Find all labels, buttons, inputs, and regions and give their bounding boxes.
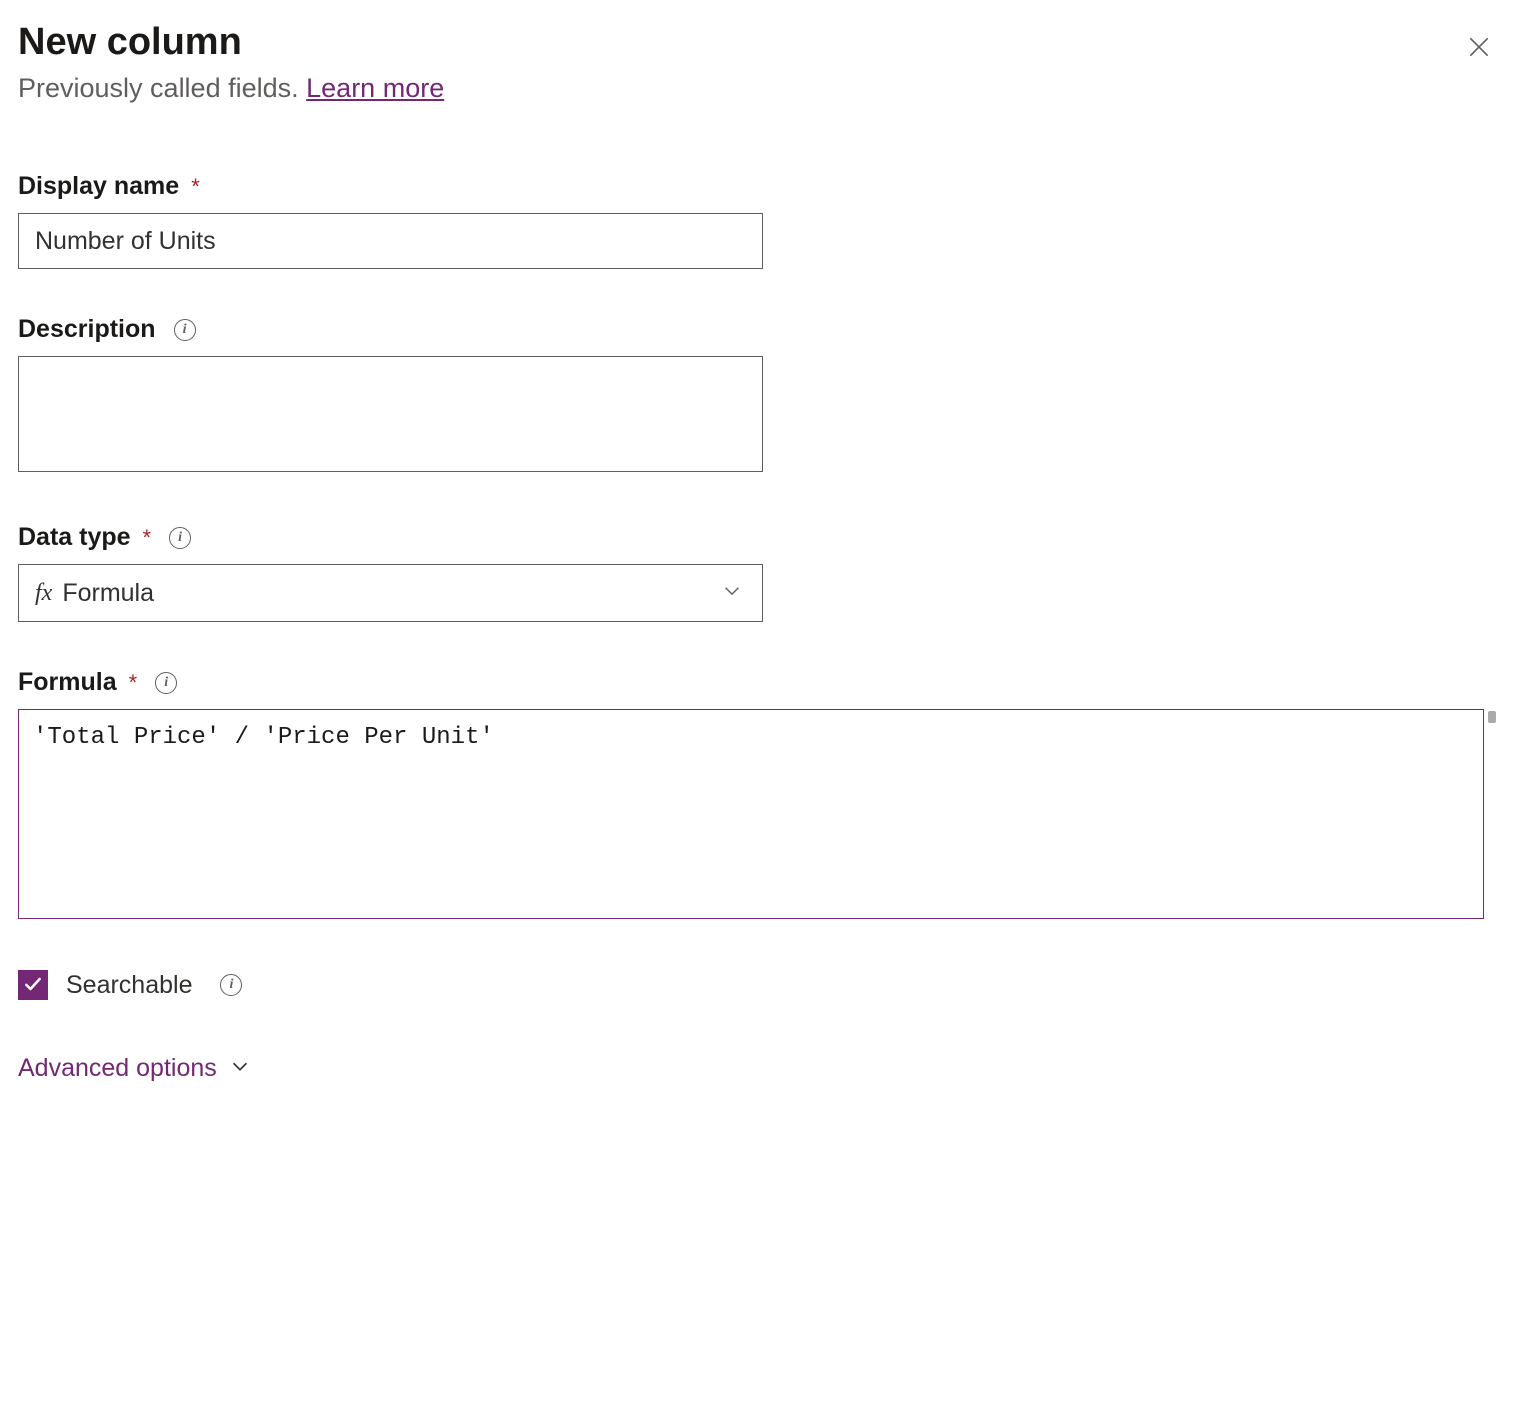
- field-formula: Formula * i: [18, 668, 1498, 924]
- searchable-checkbox[interactable]: [18, 970, 48, 1000]
- label-row: Formula * i: [18, 668, 1498, 697]
- panel-subtitle: Previously called fields. Learn more: [18, 73, 1498, 104]
- searchable-row: Searchable i: [18, 970, 1498, 1000]
- data-type-select[interactable]: fx Formula: [18, 564, 763, 622]
- info-icon[interactable]: i: [155, 672, 177, 694]
- description-label: Description: [18, 315, 156, 344]
- learn-more-link[interactable]: Learn more: [306, 73, 444, 103]
- formula-fx-icon: fx: [35, 580, 52, 607]
- checkmark-icon: [23, 974, 43, 997]
- subtitle-text: Previously called fields.: [18, 73, 306, 103]
- display-name-label: Display name: [18, 172, 179, 201]
- advanced-options-label: Advanced options: [18, 1054, 217, 1083]
- chevron-down-icon: [229, 1055, 251, 1082]
- close-icon: [1466, 34, 1492, 63]
- required-indicator: *: [191, 174, 200, 200]
- label-row: Data type * i: [18, 523, 1498, 552]
- formula-label: Formula: [18, 668, 117, 697]
- required-indicator: *: [129, 670, 138, 696]
- scrollbar-thumb[interactable]: [1488, 711, 1496, 723]
- close-button[interactable]: [1460, 28, 1498, 69]
- advanced-options-toggle[interactable]: Advanced options: [18, 1054, 1498, 1083]
- formula-input[interactable]: [18, 709, 1484, 919]
- panel-header: New column: [18, 20, 1498, 69]
- info-icon[interactable]: i: [174, 319, 196, 341]
- panel-title: New column: [18, 20, 242, 66]
- label-row: Description i: [18, 315, 1498, 344]
- field-description: Description i: [18, 315, 1498, 477]
- searchable-label: Searchable: [66, 971, 192, 1000]
- field-display-name: Display name *: [18, 172, 1498, 269]
- required-indicator: *: [143, 525, 152, 551]
- description-input[interactable]: [18, 356, 763, 472]
- data-type-selected-value: Formula: [62, 579, 154, 608]
- label-row: Display name *: [18, 172, 1498, 201]
- info-icon[interactable]: i: [220, 974, 242, 996]
- data-type-select-wrapper: fx Formula: [18, 564, 763, 622]
- info-icon[interactable]: i: [169, 527, 191, 549]
- display-name-input[interactable]: [18, 213, 763, 269]
- data-type-label: Data type: [18, 523, 131, 552]
- field-data-type: Data type * i fx Formula: [18, 523, 1498, 622]
